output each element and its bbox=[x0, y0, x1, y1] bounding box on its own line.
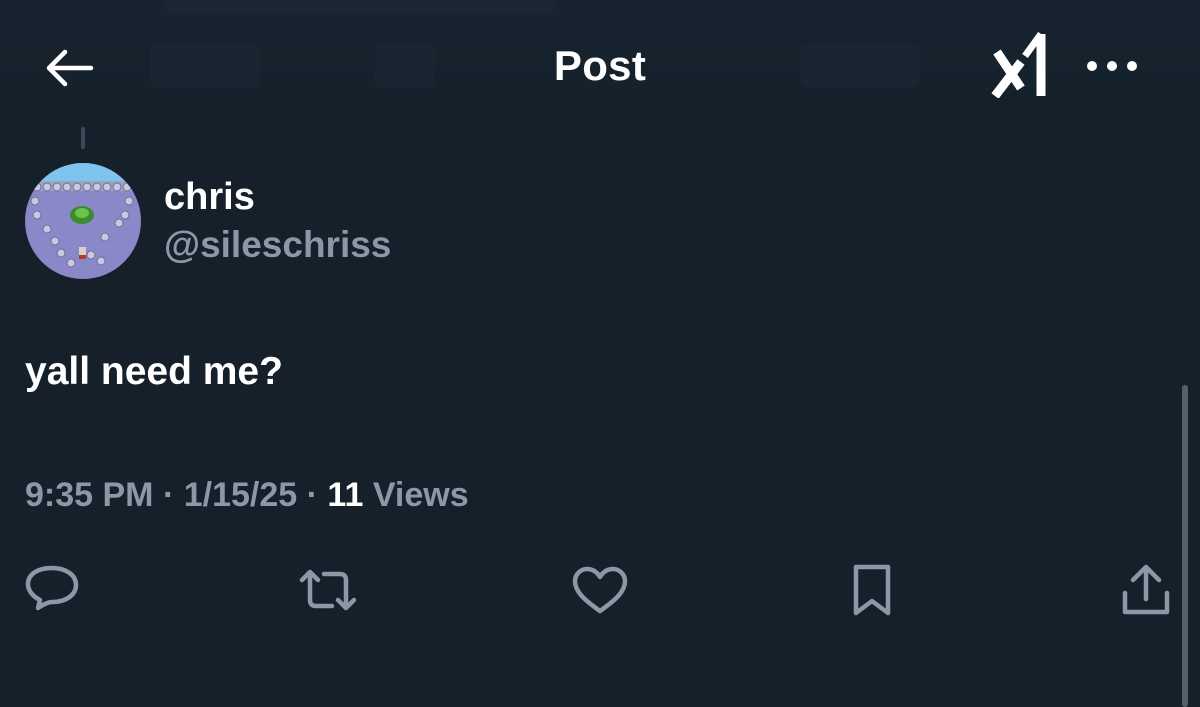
top-nav-bar: Post bbox=[0, 0, 1200, 130]
more-options-button[interactable] bbox=[1082, 48, 1142, 84]
meta-separator: · bbox=[162, 476, 175, 514]
scrollbar[interactable] bbox=[1182, 385, 1188, 707]
share-button[interactable] bbox=[1116, 560, 1176, 620]
bookmark-button[interactable] bbox=[842, 560, 902, 620]
meta-separator: · bbox=[306, 476, 318, 514]
bookmark-icon bbox=[853, 564, 891, 616]
heart-icon bbox=[572, 566, 628, 614]
views-count: 11 bbox=[327, 476, 364, 514]
thread-connector-line bbox=[81, 127, 85, 149]
post-metadata: 9:35 PM · 1/15/25 · 11 Views bbox=[25, 476, 469, 515]
more-horizontal-icon bbox=[1087, 61, 1137, 71]
repost-button[interactable] bbox=[298, 560, 358, 620]
post-time: 9:35 PM bbox=[25, 476, 154, 514]
post-date: 1/15/25 bbox=[183, 476, 298, 514]
reply-icon bbox=[25, 565, 79, 611]
post-detail-screen: Post chris @sileschriss yall need me? 9:… bbox=[0, 0, 1200, 707]
share-icon bbox=[1122, 564, 1170, 615]
views-label[interactable]: Views bbox=[373, 476, 469, 514]
grok-button[interactable] bbox=[990, 32, 1054, 98]
author-handle[interactable]: @sileschriss bbox=[164, 224, 391, 266]
grok-logo-icon bbox=[991, 32, 1046, 98]
avatar-image bbox=[25, 163, 141, 279]
repost-icon bbox=[299, 569, 357, 611]
like-button[interactable] bbox=[570, 560, 630, 620]
post-text: yall need me? bbox=[25, 350, 283, 393]
reply-button[interactable] bbox=[22, 560, 82, 620]
avatar[interactable] bbox=[25, 163, 141, 279]
author-display-name[interactable]: chris bbox=[164, 176, 255, 219]
